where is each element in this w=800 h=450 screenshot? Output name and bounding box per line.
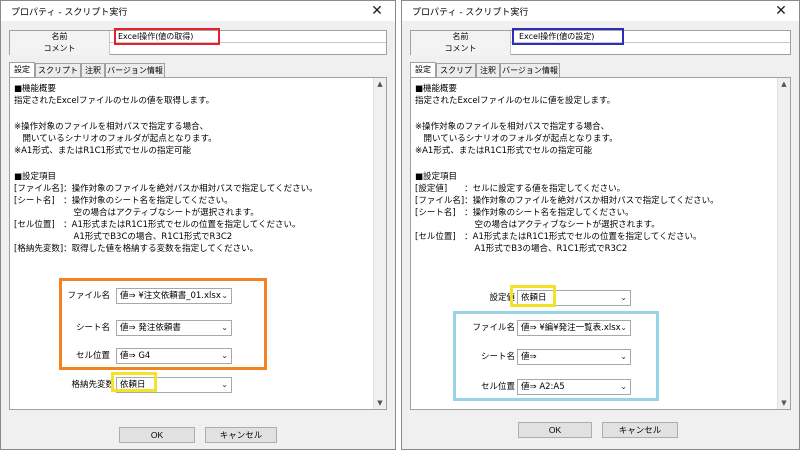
window-title: プロパティ - スクリプト実行 <box>11 8 128 18</box>
file-name-combo[interactable]: 値⇒ ¥注文依頼書_01.xlsx ⌄ <box>116 288 232 304</box>
cancel-button[interactable]: キャンセル <box>602 422 678 438</box>
title-bar: プロパティ - スクリプト実行 ✕ <box>402 1 799 21</box>
tab-settings[interactable]: 設定 <box>410 62 436 77</box>
sheet-name-combo[interactable]: 値⇒ ⌄ <box>517 349 631 365</box>
section-heading: ■設定項目 <box>415 172 458 182</box>
window-title: プロパティ - スクリプト実行 <box>412 8 529 18</box>
vertical-scrollbar[interactable]: ▲ ▼ <box>777 78 790 409</box>
file-name-label: ファイル名 <box>67 291 110 301</box>
section-heading: ■機能概要 <box>14 84 57 94</box>
vertical-scrollbar[interactable]: ▲ ▼ <box>373 78 386 409</box>
setting-description: 空の場合はアクティブなシートが選択されます。 <box>14 208 259 218</box>
setting-description: [格納先変数]：取得した値を格納する変数を指定してください。 <box>14 244 259 254</box>
chevron-down-icon[interactable]: ⌄ <box>620 350 627 364</box>
setting-description: 空の場合はアクティブなシートが選択されます。 <box>415 220 660 230</box>
setting-description: [セル位置] ：A1形式またはR1C1形式でセルの位置を指定してください。 <box>14 220 301 230</box>
combo-value: 依頼日 <box>521 293 547 303</box>
name-field[interactable]: Excel操作(値の取得) <box>118 31 193 43</box>
name-comment-table: 名前 Excel操作(値の設定) コメント <box>410 30 791 55</box>
section-heading: ■機能概要 <box>415 84 458 94</box>
scroll-up-icon[interactable]: ▲ <box>374 78 386 90</box>
file-name-label: ファイル名 <box>472 323 515 333</box>
cancel-button[interactable]: キャンセル <box>205 427 277 443</box>
settings-panel: ■機能概要 指定されたExcelファイルのセルの値を取得します。 ※操作対象のフ… <box>9 77 387 410</box>
name-label: 名前 <box>411 31 511 43</box>
chevron-down-icon[interactable]: ⌄ <box>620 291 627 305</box>
description-text: 指定されたExcelファイルのセルに値を設定します。 <box>415 96 616 106</box>
scroll-up-icon[interactable]: ▲ <box>778 78 790 90</box>
chevron-down-icon[interactable]: ⌄ <box>620 321 627 335</box>
chevron-down-icon[interactable]: ⌄ <box>221 378 228 392</box>
comment-row: コメント <box>411 43 790 55</box>
cell-position-label: セル位置 <box>75 351 110 361</box>
ok-button[interactable]: OK <box>518 422 592 438</box>
setting-description: A1形式でB3の場合、R1C1形式でR3C2 <box>415 244 628 254</box>
dialog-set-value: プロパティ - スクリプト実行 ✕ 名前 Excel操作(値の設定) コメント … <box>401 0 800 450</box>
ok-button[interactable]: OK <box>119 427 195 443</box>
dialog-get-value: プロパティ - スクリプト実行 ✕ 名前 Excel操作(値の取得) コメント … <box>0 0 396 450</box>
tab-version-info[interactable]: バージョン情報 <box>500 63 560 77</box>
scroll-down-icon[interactable]: ▼ <box>778 397 790 409</box>
setting-description: [ファイル名]：操作対象のファイルを絶対パスか相対パスで指定してください。 <box>415 196 719 206</box>
cell-position-label: セル位置 <box>480 382 515 392</box>
chevron-down-icon[interactable]: ⌄ <box>221 321 228 335</box>
tab-notes[interactable]: 注釈 <box>81 63 105 77</box>
storage-variable-combo[interactable]: 依頼日 ⌄ <box>116 377 232 393</box>
comment-row: コメント <box>10 43 386 55</box>
setting-description: [セル位置] ：A1形式またはR1C1形式でセルの位置を指定してください。 <box>415 232 702 242</box>
setting-description: [シート名] ：操作対象のシート名を指定してください。 <box>415 208 634 218</box>
cell-position-combo[interactable]: 値⇒ G4 ⌄ <box>116 348 232 364</box>
close-icon[interactable]: ✕ <box>771 1 791 21</box>
sheet-name-label: シート名 <box>480 352 515 362</box>
combo-value: 依頼日 <box>120 380 146 390</box>
setting-description: [設定値] ：セルに設定する値を指定してください。 <box>415 184 626 194</box>
tab-settings[interactable]: 設定 <box>9 62 35 77</box>
combo-value: 値⇒ 発注依頼書 <box>120 323 181 333</box>
tab-notes[interactable]: 注釈 <box>476 63 500 77</box>
combo-value: 値⇒ A2:A5 <box>521 382 565 392</box>
set-value-label: 設定値 <box>489 293 515 303</box>
chevron-down-icon[interactable]: ⌄ <box>221 349 228 363</box>
file-name-combo[interactable]: 値⇒ ¥編¥発注一覧表.xlsx ⌄ <box>517 320 631 336</box>
section-heading: ■設定項目 <box>14 172 57 182</box>
tab-script[interactable]: スクリプト <box>436 63 476 88</box>
sheet-name-label: シート名 <box>75 323 110 333</box>
name-label: 名前 <box>10 31 110 43</box>
storage-variable-label: 格納先変数 <box>71 380 114 390</box>
name-row: 名前 Excel操作(値の取得) <box>10 31 386 43</box>
name-row: 名前 Excel操作(値の設定) <box>411 31 790 43</box>
chevron-down-icon[interactable]: ⌄ <box>221 289 228 303</box>
name-comment-table: 名前 Excel操作(値の取得) コメント <box>9 30 387 55</box>
note-text: 開いているシナリオのフォルダが起点となります。 <box>415 134 618 144</box>
title-bar: プロパティ - スクリプト実行 ✕ <box>1 1 395 21</box>
set-value-combo[interactable]: 依頼日 ⌄ <box>517 290 631 306</box>
note-text: ※操作対象のファイルを相対パスで指定する場合、 <box>415 122 610 132</box>
note-text: 開いているシナリオのフォルダが起点となります。 <box>14 134 217 144</box>
cell-position-combo[interactable]: 値⇒ A2:A5 ⌄ <box>517 379 631 395</box>
close-icon[interactable]: ✕ <box>367 1 387 21</box>
setting-description: [ファイル名]：操作対象のファイルを絶対パスか相対パスで指定してください。 <box>14 184 318 194</box>
note-text: ※A1形式、またはR1C1形式でセルの指定可能 <box>14 146 192 156</box>
scroll-down-icon[interactable]: ▼ <box>374 397 386 409</box>
sheet-name-combo[interactable]: 値⇒ 発注依頼書 ⌄ <box>116 320 232 336</box>
comment-label: コメント <box>411 43 511 55</box>
setting-description: [シート名] ：操作対象のシート名を指定してください。 <box>14 196 233 206</box>
tab-version-info[interactable]: バージョン情報 <box>105 63 165 77</box>
combo-value: 値⇒ <box>521 352 537 362</box>
comment-label: コメント <box>10 43 110 55</box>
name-field[interactable]: Excel操作(値の設定) <box>519 31 594 43</box>
description-text: 指定されたExcelファイルのセルの値を取得します。 <box>14 96 215 106</box>
combo-value: 値⇒ G4 <box>120 351 151 361</box>
note-text: ※操作対象のファイルを相対パスで指定する場合、 <box>14 122 209 132</box>
chevron-down-icon[interactable]: ⌄ <box>620 380 627 394</box>
setting-description: A1形式でB3Cの場合、R1C1形式でR3C2 <box>14 232 233 242</box>
combo-value: 値⇒ ¥注文依頼書_01.xlsx <box>120 291 221 301</box>
tab-script[interactable]: スクリプト <box>35 63 81 77</box>
settings-panel: ■機能概要 指定されたExcelファイルのセルに値を設定します。 ※操作対象のフ… <box>410 77 791 410</box>
combo-value: 値⇒ ¥編¥発注一覧表.xlsx <box>521 323 621 333</box>
note-text: ※A1形式、またはR1C1形式でセルの指定可能 <box>415 146 593 156</box>
